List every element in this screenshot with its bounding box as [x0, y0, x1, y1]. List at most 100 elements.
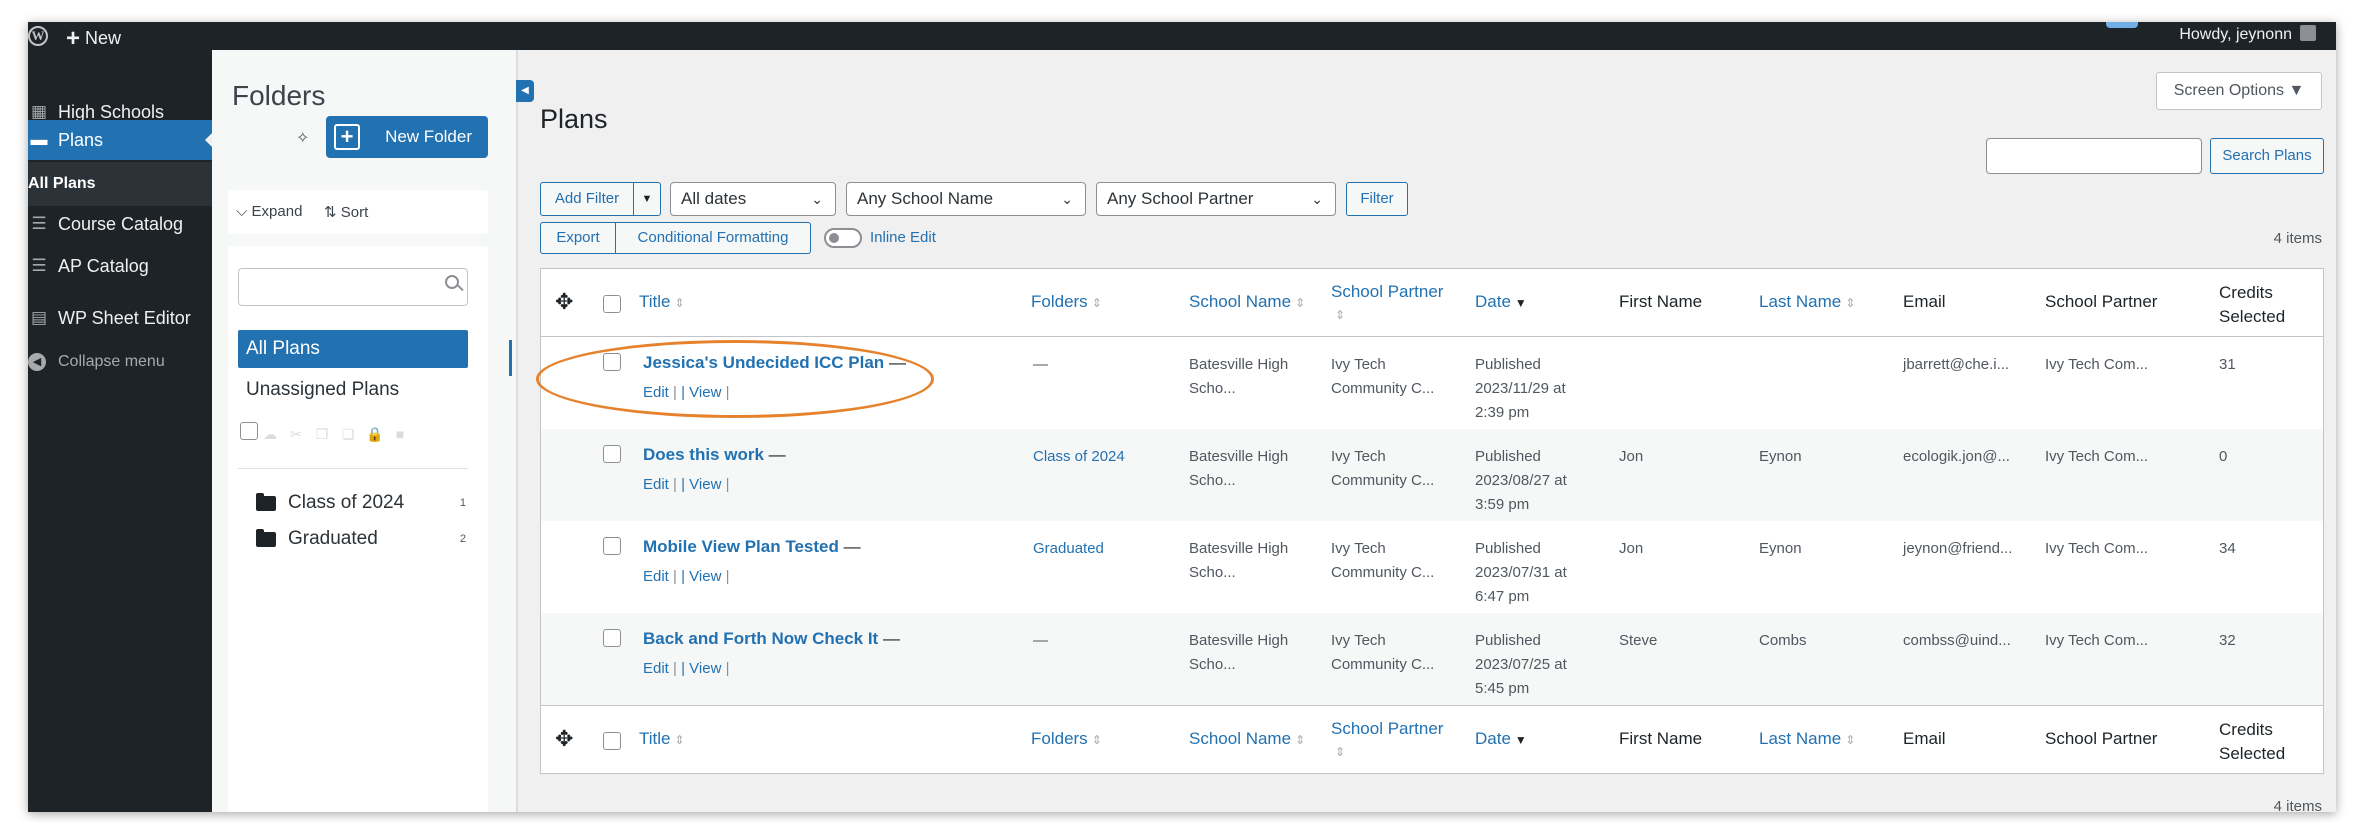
copy-icon[interactable]: ❐	[314, 426, 330, 442]
row-checkbox[interactable]	[603, 537, 621, 555]
folder-item[interactable]: Graduated 2	[256, 524, 466, 554]
wordpress-logo-icon[interactable]: W	[28, 26, 48, 46]
column-school-name[interactable]: School Name ⇕	[1189, 291, 1305, 314]
plan-title-link[interactable]: Mobile View Plan Tested —	[643, 535, 861, 559]
inline-edit-toggle[interactable]	[824, 228, 862, 248]
menu-item-course-catalog[interactable]: ☰ Course Catalog	[28, 204, 212, 244]
expand-button[interactable]: ⌵ Expand	[236, 203, 302, 220]
column-title[interactable]: Title ⇕	[639, 291, 685, 314]
first-name-cell: Jon	[1619, 448, 1644, 465]
conditional-formatting-button[interactable]: Conditional Formatting	[615, 222, 811, 254]
folder-all-plans[interactable]: All Plans	[238, 330, 468, 368]
column-title[interactable]: Title ⇕	[639, 728, 685, 751]
column-email: Email	[1903, 292, 1946, 311]
paste-icon[interactable]: ❏	[340, 426, 356, 442]
pin-icon[interactable]: ✧	[296, 128, 309, 148]
cut-icon[interactable]: ✂	[288, 426, 304, 442]
inline-edit-label[interactable]: Inline Edit	[870, 228, 936, 248]
plan-title-link[interactable]: Back and Forth Now Check It —	[643, 627, 900, 651]
folder-icon	[256, 493, 276, 511]
date-cell: Published 2023/08/27 at 3:59 pm	[1475, 445, 1567, 517]
select-all-folders-checkbox[interactable]	[240, 422, 258, 440]
column-school-name[interactable]: School Name ⇕	[1189, 728, 1305, 751]
screen-options-button[interactable]: Screen Options ▼	[2156, 72, 2322, 110]
search-plans-button[interactable]: Search Plans	[2210, 138, 2324, 174]
last-name-cell: Combs	[1759, 632, 1807, 649]
cell-line: Ivy Tech	[1331, 540, 1386, 557]
edit-link[interactable]: Edit	[643, 384, 669, 401]
column-school-partner[interactable]: School Partner ⇕	[1331, 718, 1451, 763]
cell-line: Batesville High	[1189, 356, 1289, 373]
folder-item[interactable]: Class of 2024 1	[256, 488, 466, 518]
sort-icon: ⇕	[1845, 733, 1856, 747]
collapse-menu-button[interactable]: ◀ Collapse menu	[28, 344, 212, 380]
view-link[interactable]: View	[689, 384, 721, 401]
view-link[interactable]: View	[689, 660, 721, 677]
sort-icon: ⇕	[1091, 296, 1102, 310]
panel-resize-handle[interactable]	[509, 340, 512, 376]
school-name-filter-select[interactable]: Any School Name ⌄	[846, 182, 1086, 216]
column-school-partner-2: School Partner	[2045, 729, 2158, 748]
move-icon[interactable]: ✥	[555, 726, 573, 752]
edit-link[interactable]: Edit	[643, 660, 669, 677]
school-partner-filter-select[interactable]: Any School Partner ⌄	[1096, 182, 1336, 216]
column-school-partner[interactable]: School Partner ⇕	[1331, 281, 1451, 326]
panel-resize-divider[interactable]	[516, 50, 518, 812]
new-folder-label: New Folder	[385, 127, 472, 146]
folder-cell[interactable]: Graduated	[1033, 537, 1104, 561]
cloud-icon[interactable]: ☁	[262, 426, 278, 442]
column-label: Date	[1475, 292, 1511, 311]
account-menu[interactable]: Howdy, jeynonn	[2179, 25, 2316, 44]
row-checkbox[interactable]	[603, 629, 621, 647]
menu-item-ap-catalog[interactable]: ☰ AP Catalog	[28, 246, 212, 286]
new-content-button[interactable]: + New	[66, 25, 121, 53]
trash-icon[interactable]: ■	[392, 426, 408, 442]
row-checkbox[interactable]	[603, 353, 621, 371]
cell-line: Scho...	[1189, 656, 1236, 673]
edit-link[interactable]: Edit	[643, 476, 669, 493]
add-filter-button[interactable]: Add Filter	[540, 182, 634, 216]
lock-icon[interactable]: 🔒	[366, 426, 383, 442]
cell-line: Published	[1475, 448, 1541, 465]
view-link[interactable]: View	[689, 568, 721, 585]
column-folders[interactable]: Folders ⇕	[1031, 728, 1102, 751]
search-input[interactable]	[1986, 138, 2202, 174]
date-filter-select[interactable]: All dates ⌄	[670, 182, 836, 216]
folder-actions-bar: ☁ ✂ ❐ ❏ 🔒 ■	[238, 420, 468, 450]
add-filter-dropdown[interactable]: ▼	[633, 182, 661, 216]
folder-count: 2	[459, 533, 466, 545]
submenu-item-all-plans[interactable]: All Plans	[28, 162, 212, 206]
filter-button[interactable]: Filter	[1346, 182, 1408, 216]
select-all-checkbox[interactable]	[603, 295, 621, 313]
view-link[interactable]: View	[689, 476, 721, 493]
row-checkbox[interactable]	[603, 445, 621, 463]
folder-unassigned[interactable]: Unassigned Plans	[238, 372, 468, 408]
menu-label: All Plans	[28, 175, 96, 192]
column-label: School Name	[1189, 729, 1292, 748]
new-folder-button[interactable]: + New Folder	[326, 116, 488, 158]
column-label: Folders	[1031, 729, 1088, 748]
folder-cell[interactable]: Class of 2024	[1033, 445, 1125, 469]
collapse-folders-button[interactable]: ◀	[516, 80, 534, 102]
column-last-name[interactable]: Last Name ⇕	[1759, 291, 1855, 314]
select-value: Any School Name	[857, 189, 994, 208]
plan-title-link[interactable]: Does this work —	[643, 443, 786, 467]
move-icon[interactable]: ✥	[555, 289, 573, 315]
column-date[interactable]: Date ▼	[1475, 728, 1527, 751]
select-all-checkbox[interactable]	[603, 732, 621, 750]
column-date[interactable]: Date ▼	[1475, 291, 1527, 314]
edit-link[interactable]: Edit	[643, 568, 669, 585]
menu-item-plans[interactable]: ▬ Plans	[28, 120, 213, 160]
export-button[interactable]: Export	[540, 222, 616, 254]
menu-item-wp-sheet-editor[interactable]: ▤ WP Sheet Editor	[28, 298, 212, 338]
school-partner-cell: Ivy Tech Community C...	[1331, 629, 1434, 677]
column-label: Last Name	[1759, 729, 1842, 748]
folder-search-input[interactable]	[238, 268, 468, 306]
divider	[238, 468, 468, 469]
column-folders[interactable]: Folders ⇕	[1031, 291, 1102, 314]
column-last-name[interactable]: Last Name ⇕	[1759, 728, 1855, 751]
items-count-bottom: 4 items	[2273, 798, 2322, 812]
sort-button[interactable]: ⇅ Sort	[324, 203, 368, 221]
plan-title-link[interactable]: Jessica's Undecided ICC Plan —	[643, 351, 906, 375]
last-name-cell: Eynon	[1759, 540, 1802, 557]
